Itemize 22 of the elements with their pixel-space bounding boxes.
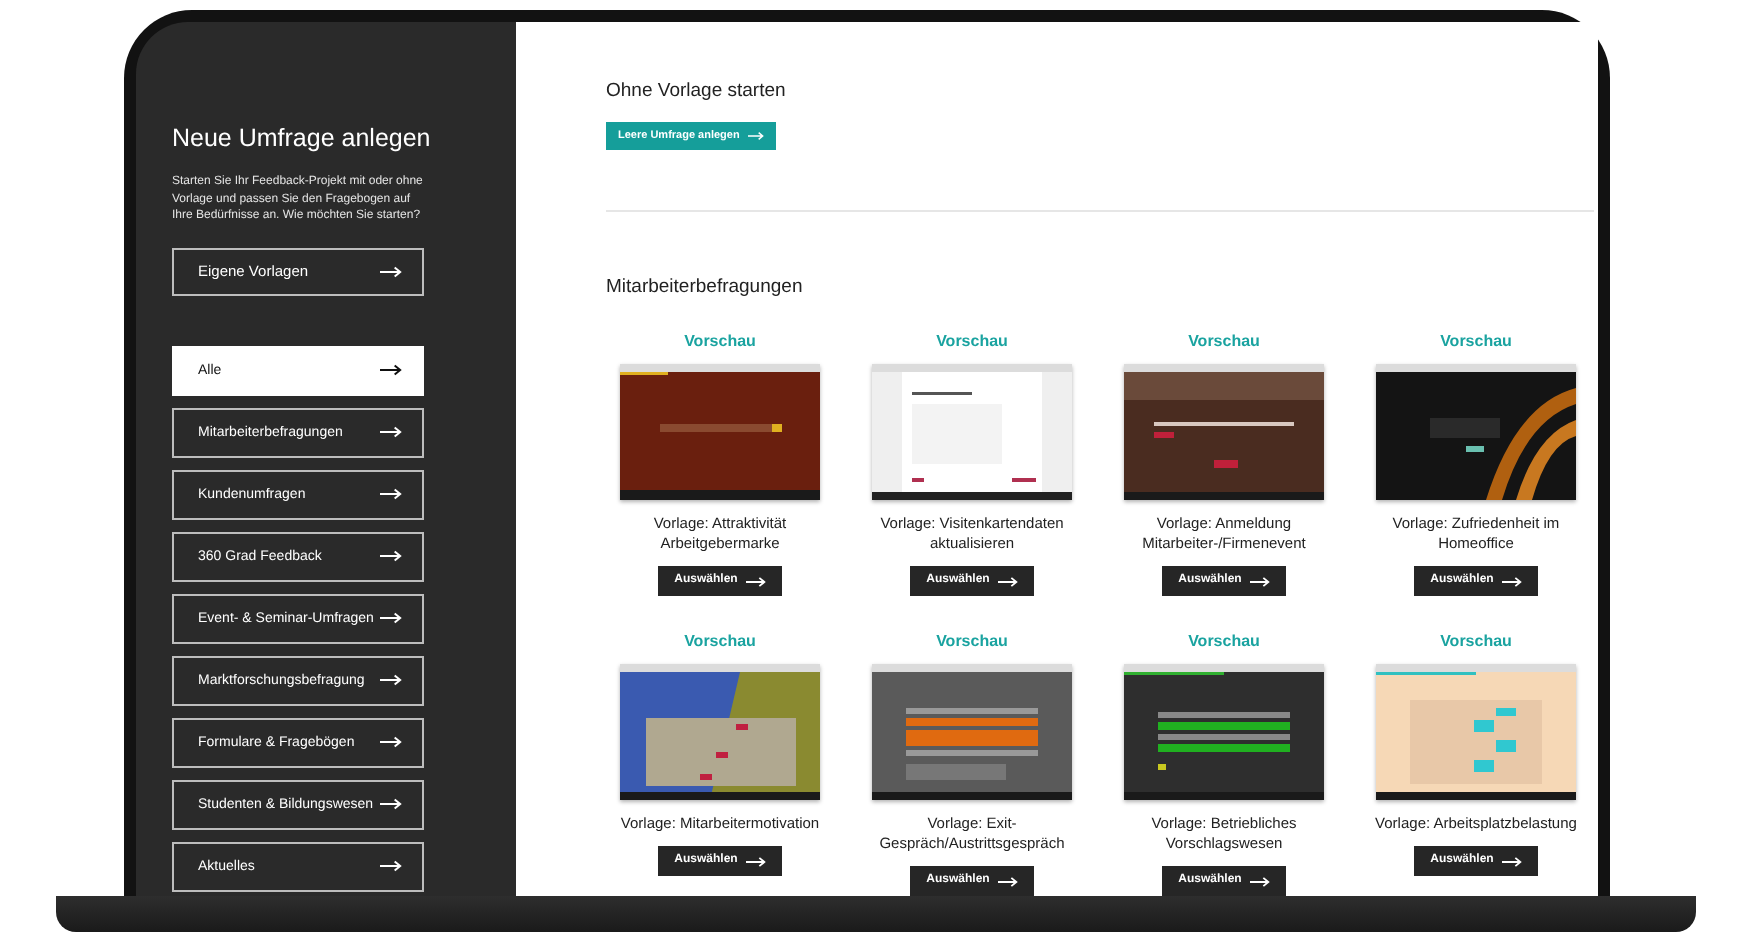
arrow-icon <box>997 875 1018 887</box>
arrow-icon <box>380 674 402 686</box>
arrow-icon <box>747 130 764 142</box>
sidebar-title: Neue Umfrage anlegen <box>172 122 433 154</box>
arrow-icon <box>745 855 766 867</box>
arrow-icon <box>380 265 402 277</box>
arrow-icon <box>380 426 402 438</box>
arrow-icon <box>380 488 402 500</box>
arrow-icon <box>1501 855 1522 867</box>
arrow-icon <box>380 736 402 748</box>
arrow-icon <box>380 364 402 376</box>
section-heading: Mitarbeiterbefragungen <box>606 274 805 302</box>
arrow-icon <box>380 860 402 872</box>
arrow-icon <box>1249 875 1270 887</box>
arrow-icon <box>1249 575 1270 587</box>
arrow-icon <box>997 575 1018 587</box>
section-heading: Ohne Vorlage starten <box>606 78 788 106</box>
arrow-icon <box>380 612 402 624</box>
arrow-icon <box>380 550 402 562</box>
arrow-icon <box>1501 575 1522 587</box>
arrow-icon <box>380 798 402 810</box>
arrow-icon <box>745 575 766 587</box>
